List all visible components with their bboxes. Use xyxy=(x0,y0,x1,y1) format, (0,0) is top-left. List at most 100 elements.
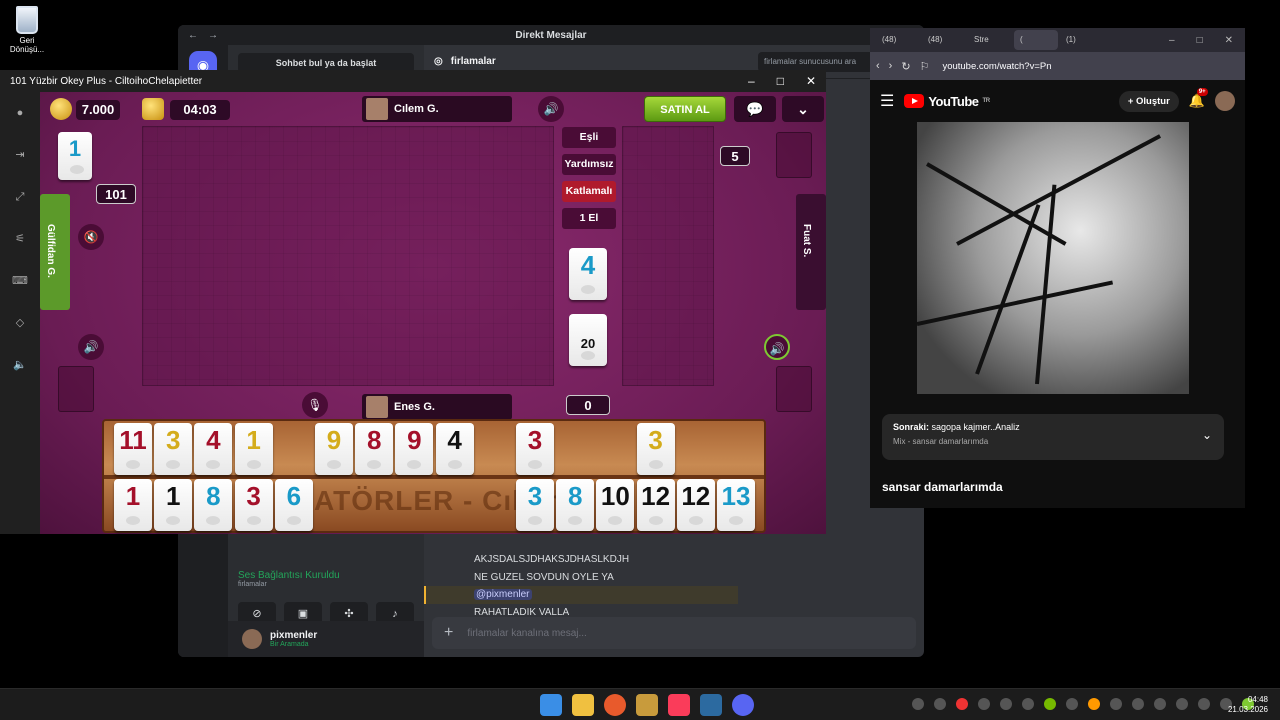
chevron-down-icon[interactable]: ⌄ xyxy=(1202,428,1212,442)
url-bar[interactable]: youtube.com/watch?v=Pn xyxy=(942,61,1051,72)
minimize-icon[interactable]: – xyxy=(1169,35,1175,46)
message-input[interactable]: + firlamalar kanalına mesaj... xyxy=(432,617,916,649)
rack-tile[interactable]: 3 xyxy=(234,479,273,531)
discard-slot[interactable] xyxy=(776,132,812,178)
add-attachment-icon[interactable]: + xyxy=(444,624,453,642)
tray-icon[interactable] xyxy=(1132,698,1144,710)
center-tile[interactable]: 4 xyxy=(569,248,607,300)
mute-icon[interactable]: 🔇 xyxy=(78,224,104,250)
rack-tile[interactable]: 3 xyxy=(516,479,554,531)
game-board: 7.000 04:03 Cılem G. 🔊 SATIN AL 💬 ⌄ 1 10… xyxy=(40,92,826,534)
bookmark-icon[interactable]: ⚐ xyxy=(920,60,930,73)
volume-icon[interactable]: 🔈 xyxy=(0,344,40,386)
avatar[interactable]: ● xyxy=(0,92,40,134)
label-icon[interactable]: ◇ xyxy=(0,302,40,344)
youtube-logo[interactable]: YouTube TR xyxy=(904,94,990,109)
start-icon[interactable] xyxy=(540,694,562,716)
rack-tile[interactable]: 12 xyxy=(676,479,715,531)
back-icon[interactable]: ‹ xyxy=(876,60,880,72)
rack-tile[interactable]: 11 xyxy=(114,423,152,475)
reload-icon[interactable]: ↻ xyxy=(901,60,910,73)
close-icon[interactable]: ✕ xyxy=(806,74,816,88)
tray-icon[interactable] xyxy=(978,698,990,710)
create-button[interactable]: + Oluştur xyxy=(1118,90,1179,112)
chevron-down-icon[interactable]: ⌄ xyxy=(782,96,824,122)
rack-tile[interactable]: 6 xyxy=(274,479,313,531)
close-icon[interactable]: ✕ xyxy=(1225,35,1233,46)
rack-tile[interactable]: 1 xyxy=(154,479,193,531)
rack-tile[interactable]: 1 xyxy=(234,423,273,475)
window-controls: – □ ✕ xyxy=(1169,35,1245,46)
forward-icon[interactable]: › xyxy=(889,60,893,72)
login-icon[interactable]: ⇥ xyxy=(0,134,40,176)
rack-tile[interactable]: 12 xyxy=(636,479,675,531)
sound-icon[interactable]: 🔊 xyxy=(538,96,564,122)
music-icon[interactable] xyxy=(668,694,690,716)
rack-tile[interactable]: 8 xyxy=(355,423,394,475)
okey-game-icon[interactable] xyxy=(700,694,722,716)
menu-icon[interactable]: ☰ xyxy=(880,91,894,111)
rack-tile[interactable]: 9 xyxy=(395,423,434,475)
microphone-icon[interactable]: 🎙 xyxy=(302,392,328,418)
clock[interactable]: 04:48 21.03.2026 xyxy=(1228,695,1268,715)
discard-slot[interactable] xyxy=(58,366,94,412)
keyboard-icon[interactable]: ⌨ xyxy=(0,260,40,302)
message-list: AKJSDALSJDHAKSJDHASLKDJH NE GUZEL SOVDUN… xyxy=(424,551,924,621)
avatar[interactable] xyxy=(1215,91,1235,111)
rack-tile[interactable]: 13 xyxy=(717,479,755,531)
up-next-card[interactable]: Sonraki: sagopa kajmer..Analiz Mix - san… xyxy=(882,414,1224,460)
buy-button[interactable]: SATIN AL xyxy=(644,96,726,122)
rack-tile[interactable]: 9 xyxy=(315,423,353,475)
tray-icon[interactable] xyxy=(912,698,924,710)
league-icon[interactable] xyxy=(636,694,658,716)
brave-icon[interactable] xyxy=(604,694,626,716)
tray-icon[interactable] xyxy=(1066,698,1078,710)
recycle-bin[interactable]: Geri Dönüşü... xyxy=(4,6,50,54)
rack-tile[interactable]: 1 xyxy=(114,479,152,531)
top-player: Cılem G. xyxy=(362,96,512,122)
rack-tile[interactable]: 3 xyxy=(516,423,554,475)
tray-icon[interactable] xyxy=(934,698,946,710)
sliders-icon[interactable]: ⚟ xyxy=(0,218,40,260)
video-player[interactable] xyxy=(917,122,1189,394)
rack-tile[interactable]: 8 xyxy=(194,479,233,531)
tray-icon[interactable] xyxy=(1088,698,1100,710)
deck-count[interactable]: 20 xyxy=(569,314,607,366)
browser-tab[interactable]: (48) xyxy=(922,30,966,50)
notifications-icon[interactable]: 🔔 9+ xyxy=(1189,88,1208,109)
maximize-icon[interactable]: □ xyxy=(777,74,784,88)
rack-tile[interactable]: 3 xyxy=(636,423,675,475)
rack-tile[interactable]: 8 xyxy=(556,479,595,531)
browser-tab[interactable]: (1) xyxy=(1060,30,1104,50)
microphone-icon[interactable] xyxy=(1176,698,1188,710)
rack-tile[interactable]: 4 xyxy=(194,423,233,475)
expand-icon[interactable]: ⤢ xyxy=(0,176,40,218)
browser-tab-active[interactable]: ( xyxy=(1014,30,1058,50)
rack-tile[interactable]: 4 xyxy=(435,423,474,475)
network-icon[interactable] xyxy=(1198,698,1210,710)
tray-icon[interactable] xyxy=(1022,698,1034,710)
tray-icon[interactable] xyxy=(1154,698,1166,710)
browser-tab[interactable]: Stre xyxy=(968,30,1012,50)
chat-icon[interactable]: 💬 xyxy=(734,96,776,122)
minimize-icon[interactable]: – xyxy=(748,74,755,88)
option-tag: Eşli xyxy=(562,127,616,148)
game-timer: 04:03 xyxy=(170,100,230,120)
bottom-count: 0 xyxy=(566,395,610,415)
tray-icon[interactable] xyxy=(1110,698,1122,710)
browser-tab[interactable]: (48) xyxy=(876,30,920,50)
sound-icon[interactable]: 🔊 xyxy=(764,334,790,360)
maximize-icon[interactable]: □ xyxy=(1197,35,1203,46)
avatar[interactable] xyxy=(242,629,262,649)
file-explorer-icon[interactable] xyxy=(572,694,594,716)
tray-icon[interactable] xyxy=(1044,698,1056,710)
sound-icon[interactable]: 🔊 xyxy=(78,334,104,360)
discard-slot[interactable] xyxy=(776,366,812,412)
rack-tile[interactable]: 3 xyxy=(154,423,193,475)
mention-tag[interactable]: @pixmenler xyxy=(474,589,532,600)
discord-icon[interactable] xyxy=(732,694,754,716)
game-window: 101 Yüzbir Okey Plus - CiltoihoChelapiet… xyxy=(0,70,826,534)
rack-tile[interactable]: 10 xyxy=(596,479,635,531)
tray-icon[interactable] xyxy=(956,698,968,710)
tray-icon[interactable] xyxy=(1000,698,1012,710)
